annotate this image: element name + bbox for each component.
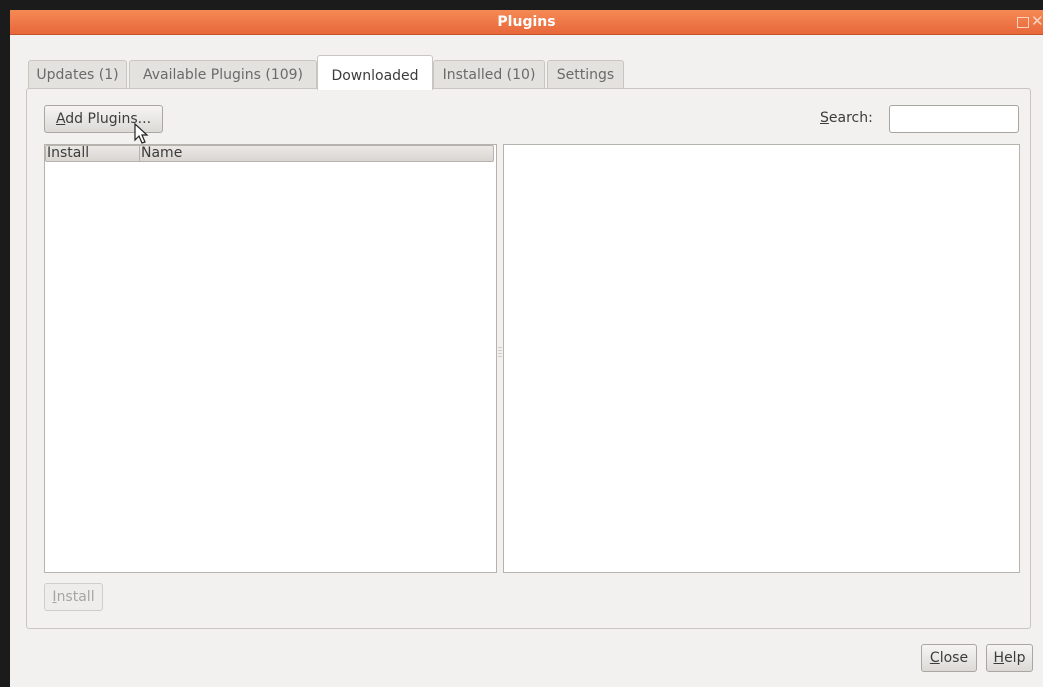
plugin-list[interactable]: Install Name: [44, 144, 497, 573]
column-header-install[interactable]: Install: [46, 146, 140, 161]
window-title: Plugins: [497, 14, 556, 30]
column-header-name[interactable]: Name: [140, 146, 493, 161]
tab-available-plugins[interactable]: Available Plugins (109): [129, 60, 317, 88]
list-header: Install Name: [45, 145, 494, 162]
tab-updates[interactable]: Updates (1): [28, 60, 127, 88]
tab-downloaded[interactable]: Downloaded: [317, 55, 433, 90]
pane-splitter[interactable]: [498, 347, 502, 359]
maximize-icon[interactable]: [1017, 17, 1029, 28]
tab-installed[interactable]: Installed (10): [433, 60, 545, 88]
help-button[interactable]: Help: [986, 644, 1033, 672]
install-button[interactable]: Install: [44, 583, 103, 611]
mouse-pointer-icon: [134, 123, 149, 144]
search-input[interactable]: [889, 105, 1019, 133]
tab-settings[interactable]: Settings: [547, 60, 624, 88]
downloaded-tab-panel: Add Plugins... Search: Install Name Inst…: [26, 88, 1031, 629]
plugin-details-pane: [503, 144, 1020, 573]
search-label: Search:: [820, 110, 873, 126]
title-bar[interactable]: Plugins ✕: [10, 10, 1043, 35]
close-button[interactable]: Close: [921, 644, 977, 672]
close-icon[interactable]: ✕: [1031, 12, 1043, 30]
plugins-dialog: Plugins ✕ Updates (1) Available Plugins …: [10, 10, 1043, 687]
